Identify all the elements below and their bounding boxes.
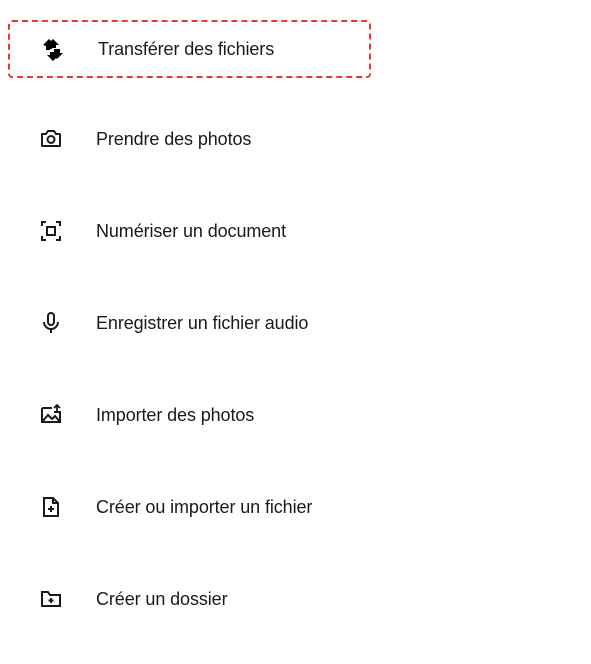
microphone-icon: [38, 310, 64, 336]
menu-item-create-folder[interactable]: Créer un dossier: [0, 572, 591, 626]
menu-item-scan-document[interactable]: Numériser un document: [0, 204, 591, 258]
menu-item-label: Importer des photos: [96, 405, 254, 426]
menu-item-create-file[interactable]: Créer ou importer un fichier: [0, 480, 591, 534]
create-file-icon: [38, 494, 64, 520]
menu-item-take-photos[interactable]: Prendre des photos: [0, 112, 591, 166]
menu-item-transfer-files[interactable]: Transférer des fichiers: [8, 20, 371, 78]
menu-item-label: Créer un dossier: [96, 589, 227, 610]
menu-item-import-photos[interactable]: Importer des photos: [0, 388, 591, 442]
transfer-icon: [40, 36, 66, 62]
create-folder-icon: [38, 586, 64, 612]
menu-item-label: Prendre des photos: [96, 129, 251, 150]
menu-item-label: Numériser un document: [96, 221, 286, 242]
action-menu-list: Transférer des fichiers Prendre des phot…: [0, 20, 591, 664]
menu-item-record-audio[interactable]: Enregistrer un fichier audio: [0, 296, 591, 350]
menu-item-label: Transférer des fichiers: [98, 39, 274, 60]
scan-icon: [38, 218, 64, 244]
menu-item-label: Enregistrer un fichier audio: [96, 313, 308, 334]
camera-icon: [38, 126, 64, 152]
menu-item-label: Créer ou importer un fichier: [96, 497, 312, 518]
import-photos-icon: [38, 402, 64, 428]
